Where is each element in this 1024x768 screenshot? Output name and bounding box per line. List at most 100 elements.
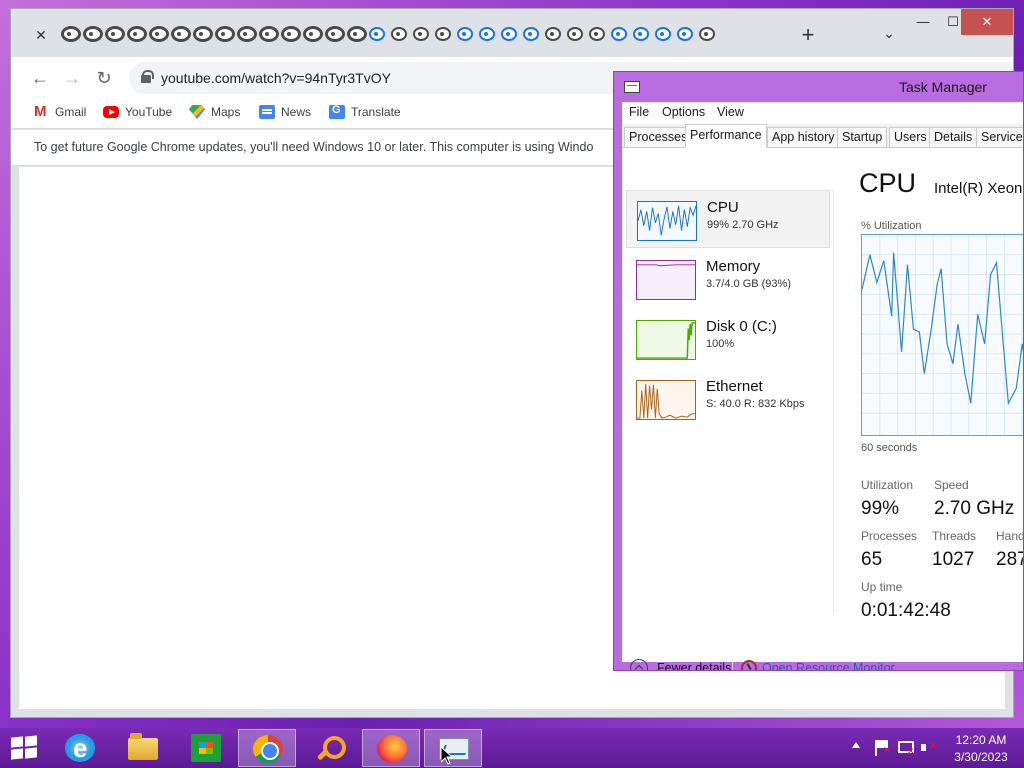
bookmark-label: Gmail <box>55 105 87 119</box>
back-button[interactable]: ← <box>29 67 51 89</box>
clock-date[interactable]: 3/30/2023 <box>950 750 1012 764</box>
mouse-cursor-icon <box>441 747 453 765</box>
taskbar-firefox[interactable] <box>362 729 420 767</box>
tab-favicon[interactable] <box>171 26 191 42</box>
taskbar-internet-explorer[interactable] <box>51 729 109 767</box>
tab-search-button[interactable]: ⌄ <box>879 25 899 42</box>
tab-favicon[interactable] <box>567 27 583 41</box>
taskbar-file-explorer[interactable] <box>114 729 172 767</box>
tab-favicon[interactable] <box>83 26 103 42</box>
tab-favicon[interactable] <box>435 27 451 41</box>
action-center-flag-icon[interactable] <box>875 740 891 756</box>
cpu-utilization-graph <box>861 234 1023 436</box>
tab-favicon[interactable] <box>479 27 495 41</box>
tab-favicon[interactable] <box>127 26 147 42</box>
tab-favicon[interactable] <box>281 26 301 42</box>
menu-bar: File Options View <box>622 102 1023 124</box>
tab-favicon[interactable] <box>633 27 649 41</box>
show-hidden-icons-icon[interactable] <box>852 742 860 748</box>
tab-favicon[interactable] <box>545 27 561 41</box>
tab-details[interactable]: Details <box>929 127 978 148</box>
close-window-button[interactable]: ✕ <box>961 9 1013 35</box>
resource-disk[interactable]: Disk 0 (C:) 100% <box>626 310 830 368</box>
taskbar-search[interactable] <box>300 729 358 767</box>
handles-label: Hand <box>996 529 1024 543</box>
disk-thumbnail <box>636 320 696 360</box>
tab-favicon[interactable] <box>611 27 627 41</box>
resource-ethernet[interactable]: Ethernet S: 40.0 R: 832 Kbps <box>626 370 830 428</box>
task-manager-body: File Options View Processes Performance … <box>622 102 1024 670</box>
tab-users[interactable]: Users <box>889 127 932 148</box>
open-resource-monitor-link[interactable]: Open Resource Monitor <box>762 661 895 670</box>
tab-startup[interactable]: Startup <box>837 127 888 148</box>
task-manager-window: Task Manager File Options View Processes… <box>613 71 1024 671</box>
youtube-icon <box>103 106 119 118</box>
tab-favicon[interactable] <box>193 26 213 42</box>
tab-favicon[interactable] <box>369 27 385 41</box>
tab-favicon[interactable] <box>61 26 81 42</box>
tab-favicon[interactable] <box>699 27 715 41</box>
threads-value: 1027 <box>932 549 975 570</box>
resource-memory[interactable]: Memory 3.7/4.0 GB (93%) <box>626 250 830 308</box>
bookmark-news[interactable]: News <box>259 105 311 119</box>
magnifier-icon <box>314 734 346 762</box>
maps-icon <box>189 105 205 119</box>
start-button[interactable] <box>11 735 39 761</box>
tab-favicon[interactable] <box>259 26 279 42</box>
resource-detail: 100% <box>706 338 735 350</box>
tab-favicon[interactable] <box>457 27 473 41</box>
new-tab-button[interactable]: + <box>798 22 818 48</box>
resource-cpu[interactable]: CPU 99% 2.70 GHz <box>626 190 830 248</box>
resource-monitor-icon[interactable] <box>741 660 757 670</box>
tab-favicon[interactable] <box>237 26 257 42</box>
close-tab-button[interactable]: ✕ <box>31 27 51 44</box>
tab-services[interactable]: Services <box>976 127 1023 148</box>
panel-divider[interactable] <box>833 190 834 612</box>
bookmark-translate[interactable]: Translate <box>329 104 401 119</box>
reload-button[interactable]: ↻ <box>93 67 115 89</box>
tab-favicon[interactable] <box>215 26 235 42</box>
bookmark-maps[interactable]: Maps <box>189 105 240 119</box>
bookmark-youtube[interactable]: YouTube <box>103 105 172 119</box>
firefox-icon <box>377 735 407 763</box>
tab-app-history[interactable]: App history <box>767 127 840 148</box>
translate-icon <box>329 104 345 119</box>
tab-processes[interactable]: Processes <box>624 127 693 148</box>
processes-value: 65 <box>861 549 883 570</box>
tab-performance[interactable]: Performance <box>685 124 767 148</box>
clock-time[interactable]: 12:20 AM <box>950 733 1012 747</box>
tab-favicon[interactable] <box>303 26 323 42</box>
internet-explorer-icon <box>65 733 95 764</box>
tab-favicon[interactable] <box>105 26 125 42</box>
menu-options[interactable]: Options <box>662 105 705 119</box>
resource-detail: 99% 2.70 GHz <box>707 219 779 231</box>
tab-favicon[interactable] <box>149 26 169 42</box>
taskbar-task-manager[interactable] <box>424 729 482 767</box>
tab-favicon[interactable] <box>655 27 671 41</box>
tab-icons <box>61 26 796 46</box>
tab-favicon[interactable] <box>523 27 539 41</box>
chevron-up-icon[interactable] <box>630 659 648 670</box>
lock-icon[interactable] <box>141 70 154 83</box>
menu-file[interactable]: File <box>629 105 649 119</box>
bookmark-gmail[interactable]: Gmail <box>33 103 87 120</box>
taskbar-chrome[interactable] <box>238 729 296 767</box>
tab-favicon[interactable] <box>677 27 693 41</box>
fewer-details-link[interactable]: Fewer details <box>657 661 731 670</box>
tab-favicon[interactable] <box>391 27 407 41</box>
tab-favicon[interactable] <box>325 26 345 42</box>
bookmark-label: Translate <box>351 105 401 119</box>
tab-favicon[interactable] <box>589 27 605 41</box>
tab-favicon[interactable] <box>347 26 367 42</box>
network-disconnected-icon[interactable] <box>898 741 915 757</box>
forward-button[interactable]: → <box>61 67 83 89</box>
uptime-label: Up time <box>861 580 903 594</box>
windows-logo-icon <box>25 735 37 747</box>
url-text[interactable]: youtube.com/watch?v=94nTyr3TvOY <box>161 70 391 86</box>
tab-favicon[interactable] <box>501 27 517 41</box>
speed-value: 2.70 GHz <box>934 498 1015 519</box>
tab-favicon[interactable] <box>413 27 429 41</box>
taskbar-store[interactable] <box>177 729 235 767</box>
volume-muted-icon[interactable] <box>921 740 937 756</box>
menu-view[interactable]: View <box>717 105 744 119</box>
